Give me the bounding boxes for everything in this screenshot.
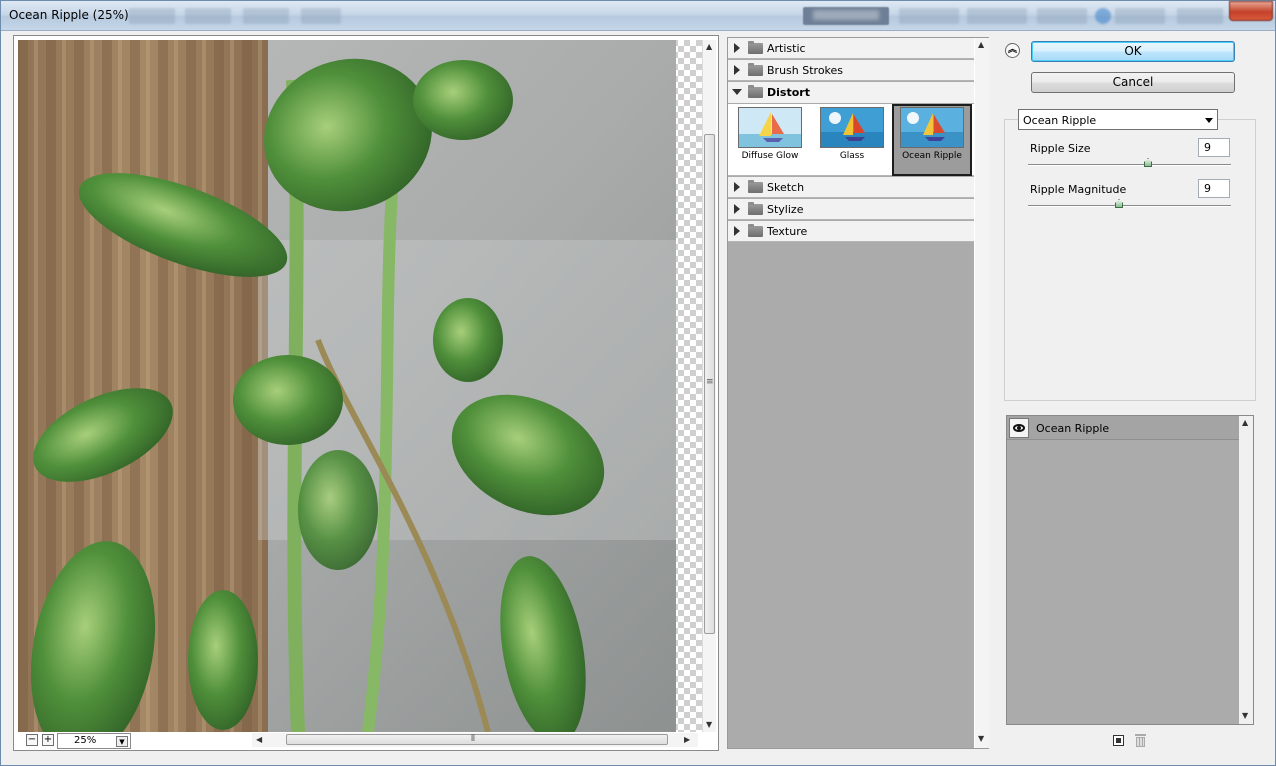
scroll-right-arrow-icon[interactable]: ▶ xyxy=(684,735,690,744)
effect-layer-row[interactable]: Ocean Ripple xyxy=(1007,416,1239,440)
toolbar-blur-1 xyxy=(129,8,175,24)
ripple-magnitude-slider-track[interactable] xyxy=(1028,199,1231,208)
grip-icon: ≡ xyxy=(706,377,714,387)
expand-arrow-icon[interactable] xyxy=(734,65,740,75)
filter-select-dropdown[interactable]: Ocean Ripple xyxy=(1018,109,1218,130)
scroll-left-arrow-icon[interactable]: ◀ xyxy=(256,735,262,744)
window-title: Ocean Ripple (25%) xyxy=(9,8,129,22)
visibility-toggle[interactable] xyxy=(1009,418,1029,438)
trash-lid xyxy=(1135,734,1146,736)
folder-icon xyxy=(748,41,763,54)
zoom-level-field[interactable]: 25% ▼ xyxy=(57,733,131,749)
filter-gallery-window: Ocean Ripple (25%) ▲ ≡ ▼ − + 25% ▼ ◀ ⦀ ▶… xyxy=(0,0,1276,766)
title-bar: Ocean Ripple (25%) xyxy=(1,1,1275,31)
preview-vertical-scroll-thumb[interactable]: ≡ xyxy=(704,134,715,634)
workspace-tab-3 xyxy=(967,8,1027,24)
preview-vertical-scrollbar[interactable]: ▲ ≡ ▼ xyxy=(702,40,716,732)
toolbar-blur-4 xyxy=(301,8,341,24)
preview-panel: ▲ ≡ ▼ − + 25% ▼ ◀ ⦀ ▶ xyxy=(13,35,719,751)
scroll-down-arrow-icon[interactable]: ▼ xyxy=(1242,711,1248,720)
scroll-up-arrow-icon[interactable]: ▲ xyxy=(706,42,712,51)
filter-thumb-ocean-ripple[interactable]: Ocean Ripple xyxy=(892,104,972,176)
trash-can xyxy=(1136,737,1145,747)
zoom-level-value: 25% xyxy=(74,735,97,746)
filter-thumb-glass[interactable]: Glass xyxy=(812,104,892,176)
grip-icon: ⦀ xyxy=(471,734,475,744)
window-controls-blur xyxy=(1177,8,1223,24)
preview-image xyxy=(18,40,676,732)
filter-settings-panel xyxy=(1004,119,1256,401)
close-button[interactable] xyxy=(1229,1,1273,21)
effect-layer-name: Ocean Ripple xyxy=(1036,422,1110,435)
ripple-size-label: Ripple Size xyxy=(1030,142,1091,155)
scroll-down-arrow-icon[interactable]: ▼ xyxy=(706,720,712,729)
sailboat-thumbnail-image xyxy=(820,107,884,148)
preview-horizontal-scrollbar[interactable]: ◀ ⦀ ▶ xyxy=(252,733,698,747)
ripple-size-input[interactable]: 9 xyxy=(1198,138,1230,157)
scroll-up-arrow-icon[interactable]: ▲ xyxy=(1242,418,1248,427)
ripple-magnitude-input[interactable]: 9 xyxy=(1198,179,1230,198)
category-label: Distort xyxy=(767,86,810,99)
scroll-down-arrow-icon[interactable]: ▼ xyxy=(978,734,984,743)
toolbar-blur-2 xyxy=(185,8,231,24)
expand-arrow-icon[interactable] xyxy=(734,204,740,214)
category-label: Stylize xyxy=(767,203,804,216)
toolbar-blur-3 xyxy=(243,8,289,24)
zoom-in-button[interactable]: + xyxy=(42,734,54,746)
cancel-button[interactable]: Cancel xyxy=(1031,72,1235,93)
help-icon xyxy=(1095,8,1111,24)
category-texture[interactable]: Texture xyxy=(728,221,974,242)
folder-icon xyxy=(748,180,763,193)
trash-icon[interactable] xyxy=(1135,734,1146,747)
filter-select-value: Ocean Ripple xyxy=(1023,114,1097,127)
ripple-size-slider-track[interactable] xyxy=(1028,158,1231,167)
collapse-arrow-icon[interactable] xyxy=(732,89,742,95)
new-effect-layer-icon[interactable] xyxy=(1113,735,1124,746)
expand-arrow-icon[interactable] xyxy=(734,43,740,53)
preview-canvas[interactable] xyxy=(18,40,702,732)
ok-button[interactable]: OK xyxy=(1031,41,1235,62)
filter-gallery-panel: Artistic Brush Strokes Distort Diffuse G… xyxy=(727,37,989,749)
double-chevron-up-icon[interactable]: ︽ xyxy=(1005,43,1020,58)
category-brush-strokes[interactable]: Brush Strokes xyxy=(728,60,974,81)
workspace-tab-1-text xyxy=(813,10,879,20)
category-label: Sketch xyxy=(767,181,805,194)
sailboat-thumbnail-image xyxy=(738,107,802,148)
workspace-tab-2 xyxy=(899,8,959,24)
zoom-dropdown-arrow-icon[interactable]: ▼ xyxy=(116,736,128,747)
category-sketch[interactable]: Sketch xyxy=(728,177,974,198)
eye-icon xyxy=(1013,424,1025,432)
folder-icon xyxy=(748,202,763,215)
expand-arrow-icon[interactable] xyxy=(734,182,740,192)
distort-filter-thumbnails: Diffuse Glow Glass Ocean Ripple xyxy=(728,104,974,176)
preview-horizontal-scroll-thumb[interactable]: ⦀ xyxy=(286,734,668,745)
sailboat-thumbnail-image xyxy=(900,107,964,148)
search-field-blur xyxy=(1115,8,1165,24)
category-label: Artistic xyxy=(767,42,806,55)
dropdown-arrow-icon xyxy=(1205,118,1213,123)
expand-arrow-icon[interactable] xyxy=(734,226,740,236)
zoom-out-button[interactable]: − xyxy=(26,734,38,746)
filter-thumb-label: Glass xyxy=(839,151,865,161)
category-label: Texture xyxy=(767,225,808,238)
effect-layers-panel: Ocean Ripple ▲ ▼ xyxy=(1006,415,1254,725)
layers-vertical-scrollbar[interactable]: ▲ ▼ xyxy=(1239,416,1253,724)
category-label: Brush Strokes xyxy=(767,64,844,77)
filter-category-list: Artistic Brush Strokes Distort Diffuse G… xyxy=(728,38,974,748)
scroll-up-arrow-icon[interactable]: ▲ xyxy=(978,40,984,49)
filter-thumb-diffuse-glow[interactable]: Diffuse Glow xyxy=(730,104,810,176)
folder-icon xyxy=(748,224,763,237)
category-distort[interactable]: Distort xyxy=(728,82,974,103)
filter-thumb-label: Diffuse Glow xyxy=(741,151,799,161)
category-artistic[interactable]: Artistic xyxy=(728,38,974,59)
ripple-magnitude-label: Ripple Magnitude xyxy=(1030,183,1127,196)
filter-thumb-label: Ocean Ripple xyxy=(902,151,962,161)
category-stylize[interactable]: Stylize xyxy=(728,199,974,220)
folder-icon xyxy=(748,85,763,98)
workspace-tab-4 xyxy=(1037,8,1087,24)
folder-icon xyxy=(748,63,763,76)
gallery-vertical-scrollbar[interactable]: ▲ ▼ xyxy=(975,38,989,748)
